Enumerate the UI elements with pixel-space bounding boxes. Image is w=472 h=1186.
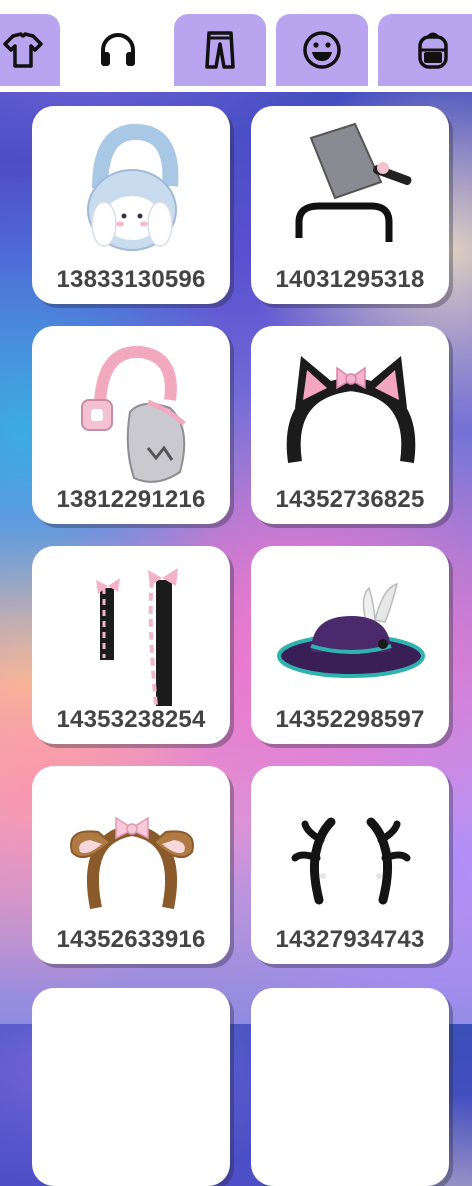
tab-headwear[interactable] bbox=[72, 14, 164, 86]
tab-pants[interactable] bbox=[174, 14, 266, 86]
bunny-earmuffs-icon bbox=[87, 123, 179, 251]
pink-headphones-bag-icon bbox=[81, 345, 186, 483]
item-card[interactable] bbox=[32, 988, 230, 1186]
item-card[interactable] bbox=[251, 988, 449, 1186]
black-cat-ears-headband-icon bbox=[286, 356, 416, 463]
item-card[interactable]: 13812291216 bbox=[32, 326, 230, 524]
item-card[interactable]: 14352298597 bbox=[251, 546, 449, 744]
item-card[interactable]: 14031295318 bbox=[251, 106, 449, 304]
smile-icon bbox=[303, 31, 341, 69]
item-id: 14031295318 bbox=[275, 266, 425, 293]
item-id: 14352736825 bbox=[275, 486, 425, 513]
item-id: 13812291216 bbox=[56, 486, 206, 513]
category-tab-bar bbox=[0, 0, 472, 92]
cleaver-headband-icon bbox=[295, 122, 412, 242]
tab-backpacks[interactable] bbox=[378, 14, 472, 86]
item-id: 14352633916 bbox=[56, 926, 206, 953]
tab-emotes[interactable] bbox=[276, 14, 368, 86]
shirt-icon bbox=[3, 32, 43, 68]
brown-puppy-ears-headband-icon bbox=[70, 816, 194, 910]
purple-feather-hat-icon bbox=[277, 582, 425, 678]
tab-underline bbox=[0, 86, 472, 92]
black-antlers-icon bbox=[291, 817, 411, 905]
ribbon-hair-ties-icon bbox=[96, 568, 178, 707]
pants-icon bbox=[205, 31, 235, 69]
item-card[interactable]: 14352736825 bbox=[251, 326, 449, 524]
item-id: 14352298597 bbox=[275, 706, 425, 733]
item-id: 13833130596 bbox=[56, 266, 206, 293]
item-card[interactable]: 14327934743 bbox=[251, 766, 449, 964]
item-card[interactable]: 13833130596 bbox=[32, 106, 230, 304]
item-card[interactable]: 14353238254 bbox=[32, 546, 230, 744]
item-id: 14353238254 bbox=[56, 706, 206, 733]
tab-shirts[interactable] bbox=[0, 14, 60, 86]
item-card[interactable]: 14352633916 bbox=[32, 766, 230, 964]
backpack-icon bbox=[418, 32, 448, 69]
headphones-icon bbox=[101, 33, 135, 66]
item-id: 14327934743 bbox=[275, 926, 425, 953]
